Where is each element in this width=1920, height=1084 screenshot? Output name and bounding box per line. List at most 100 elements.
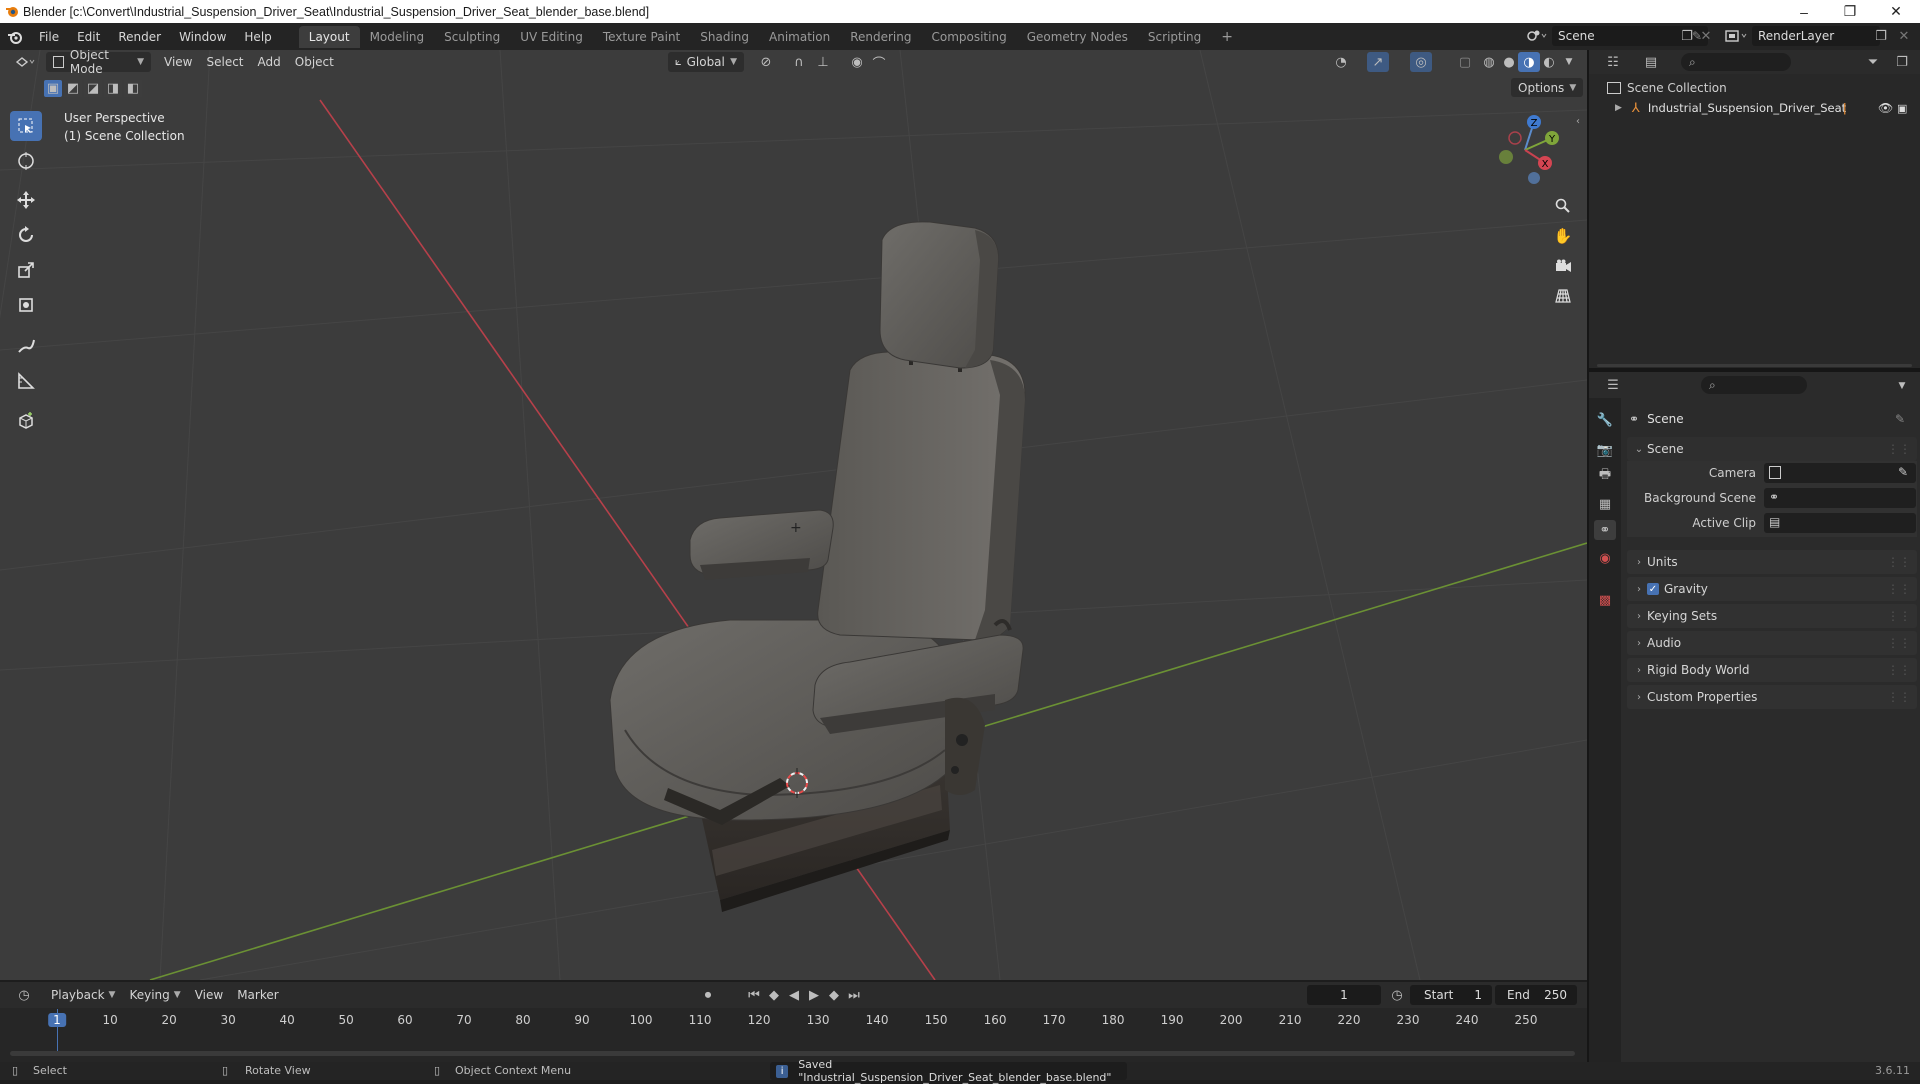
snap-icon[interactable]: ∩ [788, 52, 810, 72]
filter-icon[interactable]: ⏷ [1859, 52, 1887, 72]
tab-animation[interactable]: Animation [759, 26, 840, 48]
driver-seat-model[interactable] [609, 221, 1026, 912]
delete-scene-icon[interactable]: ✕ [1695, 26, 1717, 46]
panel-units[interactable]: › Units ⋮⋮ [1627, 550, 1917, 574]
eye-visibility-icon[interactable]: 👁 [1878, 101, 1893, 115]
tab-texture-paint[interactable]: Texture Paint [593, 26, 690, 48]
menu-help[interactable]: Help [235, 23, 280, 50]
select-subtract-icon[interactable]: ◪ [84, 80, 102, 97]
tab-modeling[interactable]: Modeling [360, 26, 435, 48]
timeline-scrollbar[interactable] [10, 1051, 1575, 1056]
maximize-button[interactable]: ❐ [1827, 0, 1873, 23]
active-clip-field[interactable]: ▤ [1764, 513, 1916, 533]
current-frame-field[interactable]: 1 [1307, 985, 1381, 1005]
drag-handle-icon[interactable]: ⋮⋮ [1887, 636, 1911, 650]
cursor-tool[interactable] [10, 146, 42, 176]
camera-field[interactable]: ✎ [1764, 463, 1916, 483]
add-workspace-button[interactable]: + [1211, 26, 1243, 48]
timeline-menu-playback[interactable]: Playback ▼ [44, 985, 122, 1005]
viewport-menu-add[interactable]: Add [251, 52, 288, 72]
end-frame-field[interactable]: End 250 [1495, 985, 1577, 1005]
outliner-row-scene-collection[interactable]: Scene Collection [1607, 78, 1727, 98]
outliner-scrollbar[interactable] [1597, 364, 1912, 367]
pin-icon[interactable]: ✎ [1895, 412, 1905, 426]
options-dropdown[interactable]: Options ▼ [1511, 78, 1584, 97]
select-box-tool[interactable] [10, 111, 42, 141]
scene-tab-icon[interactable]: ⚭ [1594, 520, 1616, 540]
select-intersect-icon[interactable]: ◧ [124, 80, 142, 97]
add-cube-tool[interactable] [10, 406, 42, 436]
outliner-row-object[interactable]: ▶ ⅄ Industrial_Suspension_Driver_Seat ǀ … [1589, 98, 1920, 118]
drag-handle-icon[interactable]: ⋮⋮ [1887, 555, 1911, 569]
properties-editor-type-icon[interactable]: ☰ [1599, 375, 1627, 395]
tab-geometry-nodes[interactable]: Geometry Nodes [1017, 26, 1138, 48]
play-reverse-icon[interactable]: ◀ [783, 985, 805, 1005]
new-collection-icon[interactable]: ❐ [1891, 52, 1913, 72]
scale-tool[interactable] [10, 255, 42, 285]
measure-tool[interactable] [10, 366, 42, 396]
play-icon[interactable]: ▶ [803, 985, 825, 1005]
solid-shading-icon[interactable]: ● [1498, 52, 1520, 72]
output-tab-icon[interactable]: 🖶 [1594, 466, 1616, 486]
start-frame-field[interactable]: Start 1 [1410, 985, 1492, 1005]
next-keyframe-icon[interactable]: ◆ [823, 985, 845, 1005]
view-layer-tab-icon[interactable]: ▦ [1594, 494, 1616, 514]
editor-type-icon[interactable] [12, 52, 40, 72]
material-preview-shading-icon[interactable]: ◑ [1518, 52, 1540, 72]
snap-target-icon[interactable]: ⊥ [812, 52, 834, 72]
menu-render[interactable]: Render [109, 23, 170, 50]
panel-scene-header[interactable]: ⌄ Scene ⋮⋮ [1627, 437, 1917, 461]
preview-range-icon[interactable]: ◷ [1386, 985, 1408, 1005]
menu-window[interactable]: Window [170, 23, 235, 50]
timeline-menu-view[interactable]: View [188, 985, 230, 1005]
properties-search-input[interactable]: ⌕ [1701, 376, 1807, 394]
tool-tab-icon[interactable]: 🔧 [1594, 410, 1616, 430]
overlays-toggle-icon[interactable]: ◎ [1410, 52, 1432, 72]
gizmo-toggle-icon[interactable]: ↗ [1367, 52, 1389, 72]
texture-tab-icon[interactable]: ▩ [1594, 590, 1616, 610]
panel-gravity[interactable]: › ✓ Gravity ⋮⋮ [1627, 577, 1917, 601]
move-tool[interactable] [10, 185, 42, 215]
prev-keyframe-icon[interactable]: ◆ [763, 985, 785, 1005]
shading-options-chevron-icon[interactable]: ▼ [1558, 52, 1580, 72]
proportional-editing-icon[interactable]: ◉ [846, 52, 868, 72]
panel-keying-sets[interactable]: › Keying Sets ⋮⋮ [1627, 604, 1917, 628]
drag-handle-icon[interactable]: ⋮⋮ [1887, 663, 1911, 677]
view-layer-icon[interactable] [1723, 26, 1749, 49]
chevron-down-icon[interactable]: ▼ [1891, 376, 1913, 396]
view-layer-field[interactable]: RenderLayer [1752, 26, 1880, 46]
render-tab-icon[interactable]: 📷 [1594, 440, 1616, 460]
panel-custom-properties[interactable]: › Custom Properties ⋮⋮ [1627, 685, 1917, 709]
pivot-point-icon[interactable]: ⊘ [755, 52, 777, 72]
camera-render-icon[interactable]: ▣ [1897, 102, 1907, 115]
visibility-selectability-icon[interactable]: ◔ [1330, 52, 1352, 72]
gravity-checkbox[interactable]: ✓ [1647, 583, 1659, 595]
eyedropper-icon[interactable]: ✎ [1898, 465, 1908, 479]
panel-rigid-body-world[interactable]: › Rigid Body World ⋮⋮ [1627, 658, 1917, 682]
3d-viewport[interactable]: + Object Mode ▼ View Select Add Object ⟀… [0, 50, 1587, 980]
select-extend-icon[interactable]: ◩ [64, 80, 82, 97]
expand-arrow-icon[interactable]: ▶ [1615, 103, 1622, 113]
camera-view-icon[interactable] [1550, 254, 1576, 278]
timeline-editor-type-icon[interactable]: ◷ [10, 985, 38, 1005]
timeline-menu-keying[interactable]: Keying ▼ [122, 985, 187, 1005]
tab-layout[interactable]: Layout [298, 25, 360, 48]
navigation-gizmo[interactable]: Z Y X [1485, 110, 1565, 190]
jump-end-icon[interactable]: ⏭ [843, 985, 865, 1005]
mode-dropdown[interactable]: Object Mode ▼ [46, 50, 151, 76]
pan-hand-icon[interactable]: ✋ [1550, 224, 1576, 248]
select-new-icon[interactable]: ▣ [44, 80, 62, 97]
select-invert-icon[interactable]: ◨ [104, 80, 122, 97]
perspective-toggle-icon[interactable] [1550, 284, 1576, 308]
falloff-icon[interactable]: ⌒ [868, 52, 890, 72]
tab-rendering[interactable]: Rendering [840, 26, 921, 48]
rotate-tool[interactable] [10, 220, 42, 250]
drag-handle-icon[interactable]: ⋮⋮ [1887, 690, 1911, 704]
sidebar-toggle-icon[interactable]: ‹ [1576, 116, 1580, 127]
outliner-search-input[interactable]: ⌕ [1681, 53, 1791, 71]
jump-start-icon[interactable]: ⏮ [743, 985, 765, 1005]
timeline-menu-marker[interactable]: Marker [230, 985, 285, 1005]
viewport-menu-object[interactable]: Object [288, 52, 341, 72]
tab-compositing[interactable]: Compositing [921, 26, 1016, 48]
tab-scripting[interactable]: Scripting [1138, 26, 1211, 48]
